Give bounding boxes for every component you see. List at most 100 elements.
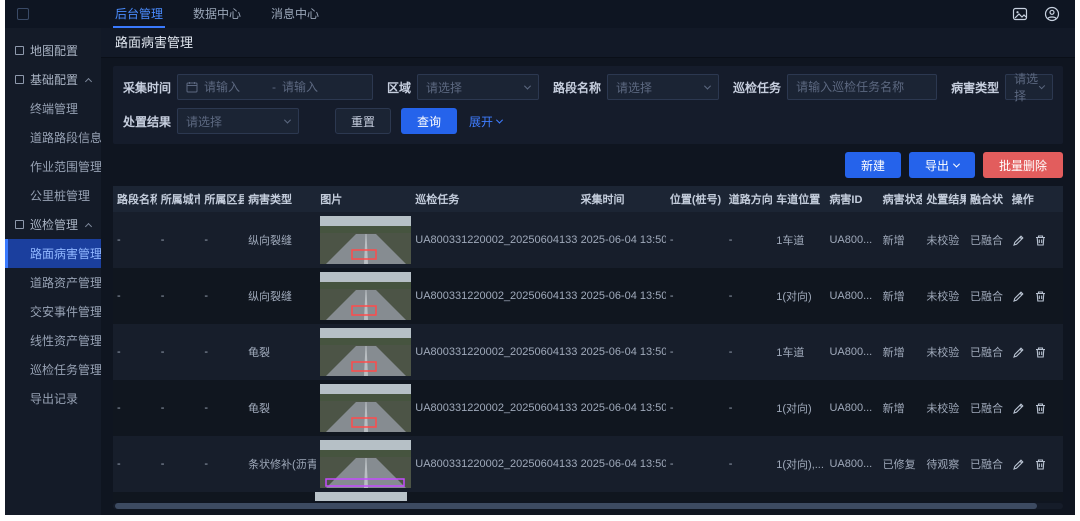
task-input-wrap <box>787 74 937 100</box>
main-area: 路面病害管理 采集时间 - <box>101 28 1075 515</box>
chevron-down-icon <box>524 82 531 89</box>
column-header: 所属区县 <box>200 186 244 212</box>
filter-result: 处置结果 请选择 <box>123 108 299 134</box>
column-header: 车道位置 <box>772 186 825 212</box>
chevron-down-icon <box>496 116 503 123</box>
sidebar-item[interactable]: 巡检管理 <box>5 210 101 239</box>
filter-label: 采集时间 <box>123 79 171 96</box>
sidebar-item-label: 道路资产管理 <box>30 274 101 291</box>
search-button[interactable]: 查询 <box>401 108 457 134</box>
table-row[interactable]: - - - 纵向裂缝 <box>113 212 1063 268</box>
edit-icon[interactable] <box>1012 402 1025 415</box>
logo-icon <box>17 8 29 20</box>
sidebar: 地图配置 基础配置 终端管理 道路路段信息 <box>5 28 101 515</box>
table-header-row: 路段名称所属城市所属区县病害类型图片巡检任务采集时间位置(桩号)道路方向车道位置… <box>113 186 1063 212</box>
road-photo-thumbnail[interactable] <box>320 440 411 488</box>
app-window: 后台管理 数据中心 消息中心 <box>5 0 1075 515</box>
create-button[interactable]: 新建 <box>845 152 901 178</box>
page-title: 路面病害管理 <box>101 28 1075 58</box>
filter-type: 病害类型 请选择 <box>951 74 1053 100</box>
sidebar-item-label: 道路路段信息 <box>30 129 101 146</box>
sidebar-item[interactable]: 终端管理 <box>5 94 101 123</box>
sidebar-item-label: 巡检管理 <box>30 216 78 233</box>
date-end-input[interactable] <box>282 80 344 94</box>
edit-icon[interactable] <box>1012 458 1025 471</box>
column-header: 病害类型 <box>244 186 316 212</box>
horizontal-scrollbar[interactable] <box>113 503 1063 509</box>
edit-icon[interactable] <box>1012 234 1025 247</box>
filter-panel: 采集时间 - 区域 <box>113 66 1063 144</box>
chevron-down-icon <box>284 116 291 123</box>
top-nav-tab[interactable]: 后台管理 <box>113 0 165 28</box>
sidebar-item[interactable]: 道路路段信息 <box>5 123 101 152</box>
edit-icon[interactable] <box>1012 290 1025 303</box>
result-select[interactable]: 请选择 <box>177 108 299 134</box>
logo-zone <box>5 0 101 28</box>
delete-icon[interactable] <box>1034 234 1047 247</box>
sidebar-item-label: 交安事件管理 <box>30 303 101 320</box>
road-photo-thumbnail[interactable] <box>320 384 411 432</box>
chevron-down-icon <box>953 160 960 167</box>
region-select[interactable]: 请选择 <box>417 74 539 100</box>
sidebar-item[interactable]: 作业范围管理 <box>5 152 101 181</box>
topbar: 后台管理 数据中心 消息中心 <box>5 0 1075 28</box>
road-photo-thumbnail[interactable] <box>320 328 411 376</box>
table-row[interactable]: - - - 龟裂 <box>113 324 1063 380</box>
sidebar-item[interactable]: 巡检任务管理 <box>5 355 101 384</box>
sidebar-item[interactable]: 交安事件管理 <box>5 297 101 326</box>
export-button[interactable]: 导出 <box>909 152 975 178</box>
sidebar-item[interactable]: 导出记录 <box>5 384 101 413</box>
expand-link[interactable]: 展开 <box>469 113 502 130</box>
sidebar-item[interactable]: 公里桩管理 <box>5 181 101 210</box>
filter-region: 区域 请选择 <box>387 74 539 100</box>
delete-icon[interactable] <box>1034 290 1047 303</box>
sidebar-item[interactable]: 线性资产管理 <box>5 326 101 355</box>
top-nav: 后台管理 数据中心 消息中心 <box>113 0 321 28</box>
topbar-actions <box>1011 0 1075 28</box>
sidebar-item-label: 终端管理 <box>30 100 78 117</box>
sidebar-item-label: 导出记录 <box>30 390 78 407</box>
filter-collect-time: 采集时间 - <box>123 74 373 100</box>
sidebar-item-label: 路面病害管理 <box>30 245 101 262</box>
date-range-picker[interactable]: - <box>177 74 373 100</box>
delete-icon[interactable] <box>1034 402 1047 415</box>
type-select[interactable]: 请选择 <box>1005 74 1053 100</box>
menu-doc-icon <box>15 46 24 55</box>
column-header: 采集时间 <box>577 186 666 212</box>
filter-road: 路段名称 请选择 <box>553 74 719 100</box>
user-icon[interactable] <box>1043 5 1061 23</box>
calendar-icon <box>186 81 198 93</box>
damage-table: 路段名称所属城市所属区县病害类型图片巡检任务采集时间位置(桩号)道路方向车道位置… <box>113 186 1063 509</box>
batch-delete-button[interactable]: 批量删除 <box>983 152 1063 178</box>
top-nav-tab[interactable]: 消息中心 <box>269 0 321 28</box>
delete-icon[interactable] <box>1034 346 1047 359</box>
table-row[interactable]: - - - 纵向裂缝 <box>113 268 1063 324</box>
road-photo-thumbnail[interactable] <box>320 272 411 320</box>
sidebar-item-label: 作业范围管理 <box>30 158 101 175</box>
reset-button[interactable]: 重置 <box>335 108 391 134</box>
top-nav-tab[interactable]: 数据中心 <box>191 0 243 28</box>
sidebar-item[interactable]: 道路资产管理 <box>5 268 101 297</box>
sidebar-item-label: 线性资产管理 <box>30 332 101 349</box>
picture-icon[interactable] <box>1011 5 1029 23</box>
edit-icon[interactable] <box>1012 346 1025 359</box>
pagination: 共 12706 条 123456 ••• 1271 10条/页 前往 页 <box>113 509 1063 515</box>
date-start-input[interactable] <box>204 80 266 94</box>
column-header: 路段名称 <box>113 186 157 212</box>
sidebar-item[interactable]: 路面病害管理 <box>5 239 101 268</box>
task-input[interactable] <box>796 80 928 94</box>
sidebar-item[interactable]: 地图配置 <box>5 36 101 65</box>
table-row[interactable]: - - - 龟裂 <box>113 380 1063 436</box>
column-header: 图片 <box>316 186 411 212</box>
road-photo-thumbnail[interactable] <box>320 216 411 264</box>
scrollbar-thumb[interactable] <box>115 503 1037 509</box>
table-row[interactable]: - - - 条状修补(沥青) <box>113 436 1063 492</box>
sidebar-item[interactable]: 基础配置 <box>5 65 101 94</box>
menu-doc-icon <box>15 75 24 84</box>
chevron-down-icon <box>704 82 711 89</box>
column-header: 病害ID <box>825 186 878 212</box>
column-header: 巡检任务 <box>411 186 576 212</box>
column-header: 融合状 <box>966 186 1008 212</box>
road-select[interactable]: 请选择 <box>607 74 719 100</box>
delete-icon[interactable] <box>1034 458 1047 471</box>
